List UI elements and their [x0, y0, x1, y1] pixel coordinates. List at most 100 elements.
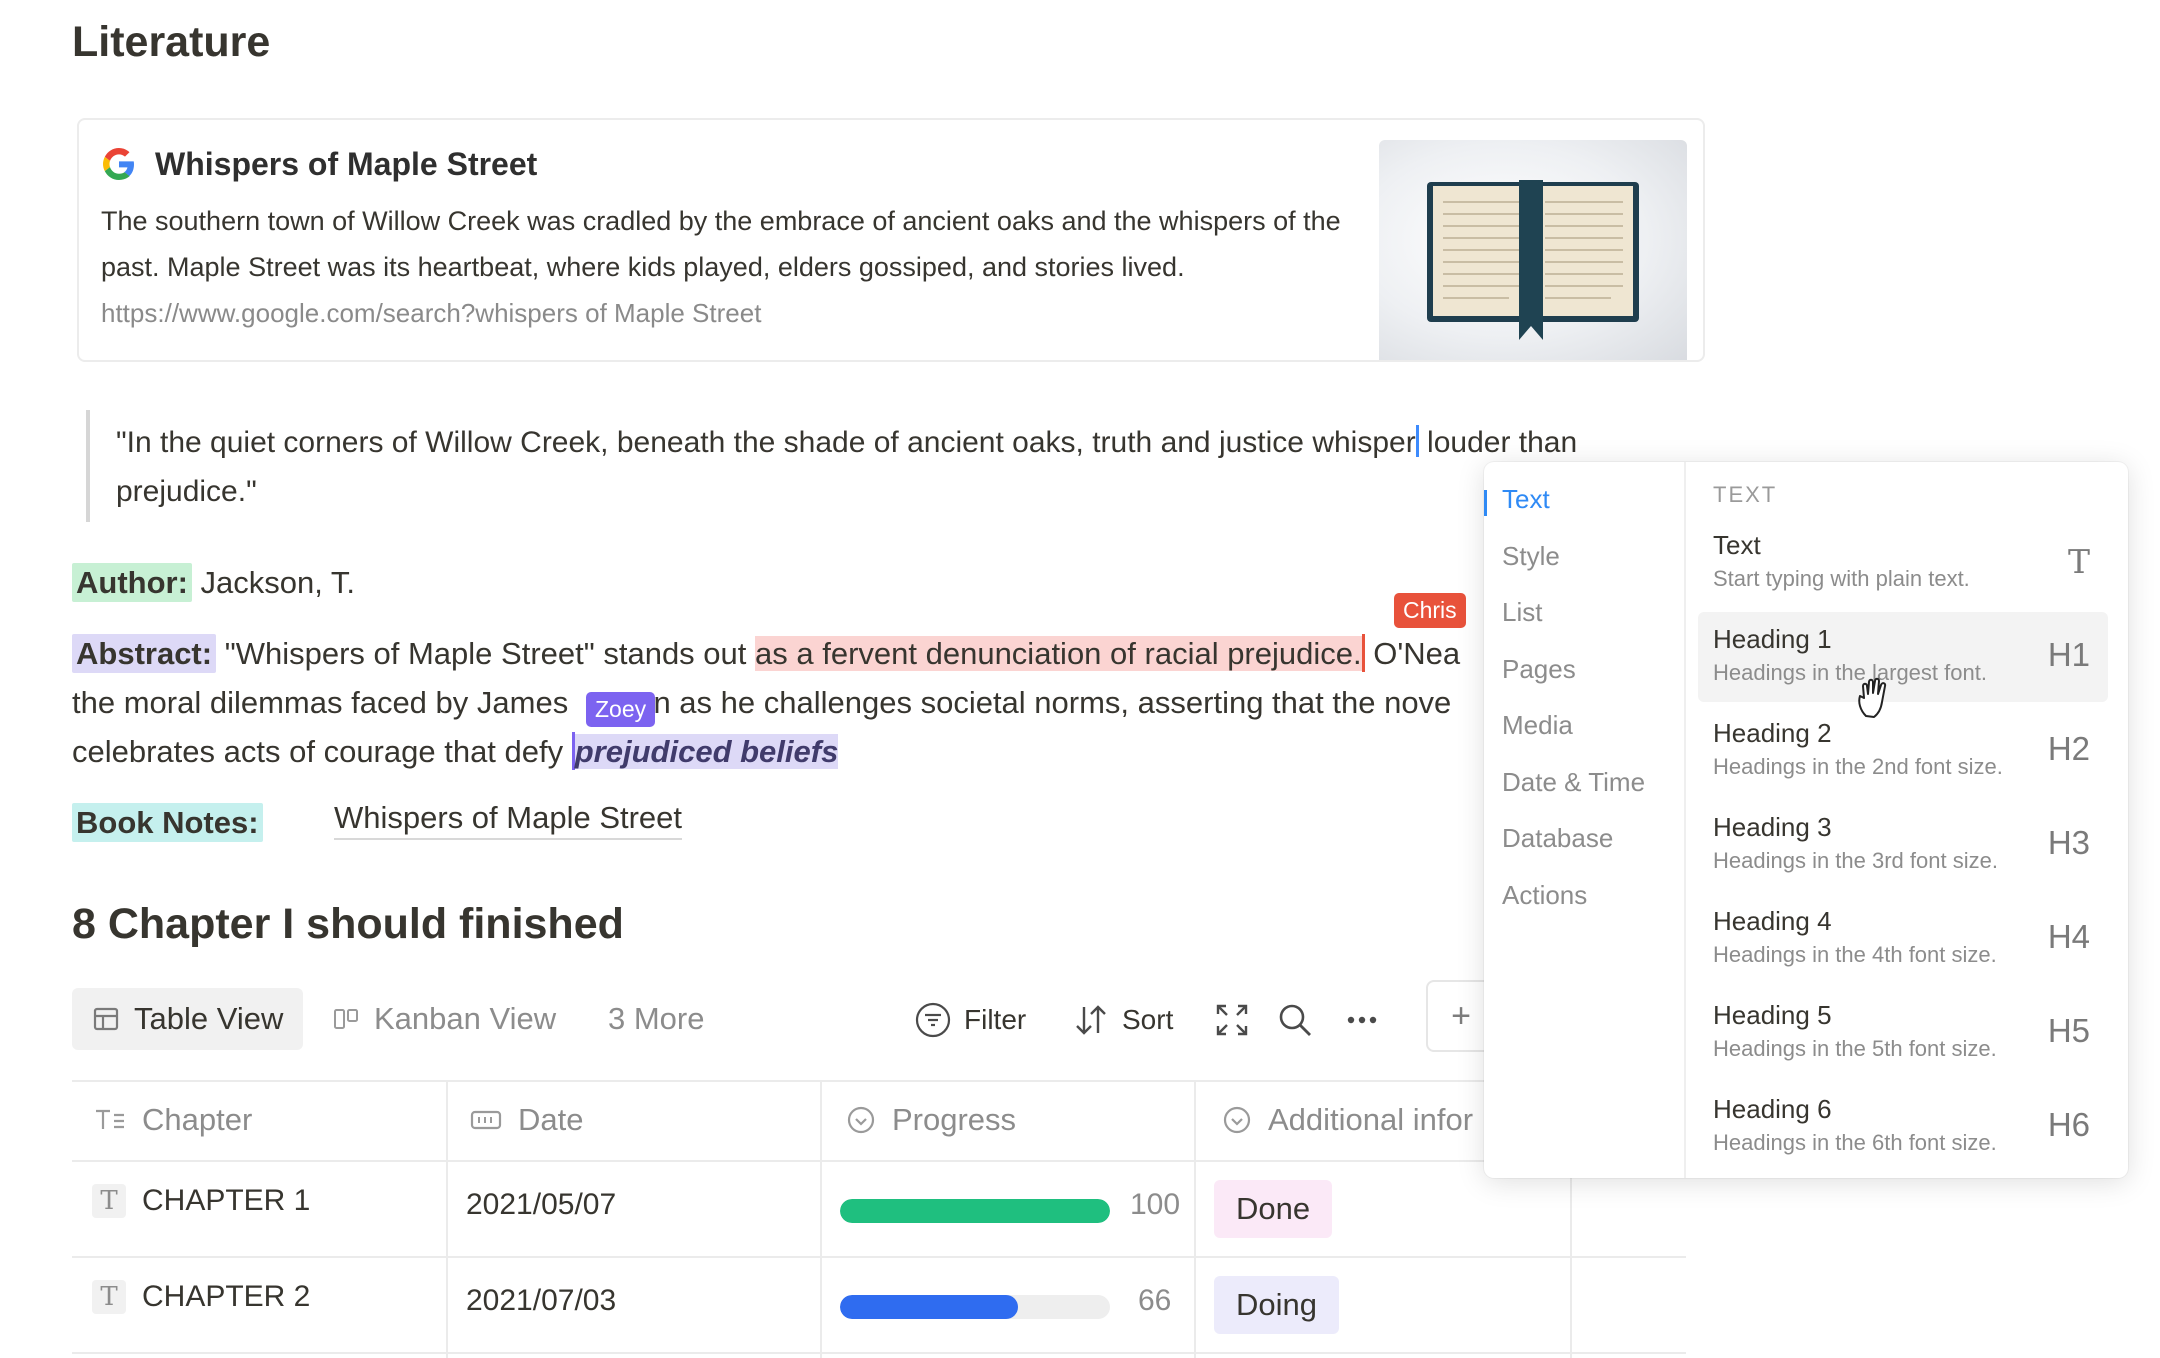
menu-item-desc: Headings in the 5th font size.: [1713, 1036, 1997, 1061]
tab-table-view-label: Table View: [134, 1001, 284, 1036]
menu-item-heading-6[interactable]: Heading 6 Headings in the 6th font size.…: [1698, 1082, 2108, 1172]
progress-value: 66: [1138, 1284, 1172, 1317]
menu-item-title: Heading 6: [1713, 1094, 1832, 1124]
menu-item-heading-3[interactable]: Heading 3 Headings in the 3rd font size.…: [1698, 800, 2108, 890]
progress-value: 100: [1130, 1188, 1181, 1221]
quote-block[interactable]: "In the quiet corners of Willow Creek, b…: [116, 418, 1696, 516]
abstract-label: Abstract:: [72, 634, 217, 673]
menu-item-shortcut: H3: [2047, 824, 2090, 861]
column-header-progress-label: Progress: [892, 1102, 1017, 1137]
author-value: Jackson, T.: [191, 565, 356, 600]
expand-icon: [1216, 1004, 1248, 1036]
column-header-chapter-label: Chapter: [142, 1102, 253, 1137]
menu-item-heading-4[interactable]: Heading 4 Headings in the 4th font size.…: [1698, 894, 2108, 984]
abstract-line-1[interactable]: Abstract: "Whispers of Maple Street" sta…: [72, 629, 1492, 678]
menu-item-shortcut: H2: [2047, 730, 2090, 767]
menu-item-text[interactable]: Text Start typing with plain text. T: [1698, 518, 2108, 608]
progress-bar: [840, 1199, 1110, 1223]
abstract-line-2[interactable]: the moral dilemmas faced by James on as h…: [72, 678, 1492, 727]
search-button[interactable]: [1276, 995, 1314, 1045]
menu-item-heading-1[interactable]: Heading 1 Headings in the largest font. …: [1698, 612, 2108, 702]
menu-item-title: Heading 5: [1713, 1000, 1832, 1030]
bookmark-description: The southern town of Willow Creek was cr…: [101, 206, 1341, 282]
menu-item-heading-5[interactable]: Heading 5 Headings in the 5th font size.…: [1698, 988, 2108, 1078]
table-row-chapter-cell[interactable]: T CHAPTER 1: [92, 1184, 310, 1218]
text-type-icon: [96, 1109, 124, 1129]
menu-item-title: Heading 3: [1713, 812, 1832, 842]
fullscreen-button[interactable]: [1214, 995, 1250, 1045]
table-col-border: [1570, 1160, 1572, 1358]
menu-item-shortcut: H6: [2047, 1106, 2090, 1143]
category-style[interactable]: Style: [1502, 541, 1560, 572]
tab-kanban-view-label: Kanban View: [374, 1001, 557, 1036]
menu-item-desc: Headings in the 3rd font size.: [1713, 848, 1998, 873]
author-line[interactable]: Author: Jackson, T.: [72, 558, 355, 607]
chapter-name: CHAPTER 2: [142, 1280, 311, 1313]
chapter-name: CHAPTER 1: [142, 1184, 311, 1217]
section-title: 8 Chapter I should finished: [72, 900, 624, 948]
filter-button[interactable]: Filter: [914, 995, 1026, 1045]
page-title: Literature: [72, 18, 271, 66]
abstract-line-3[interactable]: celebrates acts of courage that defy pre…: [72, 727, 839, 776]
column-header-date[interactable]: Date: [470, 1080, 583, 1160]
table-col-border: [446, 1080, 448, 1358]
menu-item-desc: Headings in the 4th font size.: [1713, 942, 1997, 967]
sort-button[interactable]: Sort: [1072, 995, 1173, 1045]
category-text[interactable]: Text: [1502, 484, 1550, 515]
abstract-text-3: the moral dilemmas faced by James: [72, 685, 569, 720]
google-logo-icon: [103, 148, 134, 180]
ellipsis-icon: [1347, 1016, 1377, 1024]
block-type-menu: Text Style List Pages Media Date & Time …: [1484, 462, 2128, 1178]
quote-text-start: "In the quiet corners of Willow Creek, b…: [116, 426, 1416, 459]
bookmark-url[interactable]: https://www.google.com/search?whispers o…: [101, 298, 761, 329]
menu-item-heading-2[interactable]: Heading 2 Headings in the 2nd font size.…: [1698, 706, 2108, 796]
table-row-border: [72, 1352, 1686, 1354]
more-options-button[interactable]: [1344, 995, 1380, 1045]
table-col-border: [1194, 1080, 1196, 1358]
tab-table-view[interactable]: Table View: [72, 988, 304, 1050]
menu-item-shortcut: H4: [2047, 918, 2090, 955]
bookmark-thumbnail: [1379, 140, 1687, 360]
table-row-date-cell[interactable]: 2021/05/07: [466, 1188, 616, 1222]
menu-item-desc: Start typing with plain text.: [1713, 566, 1970, 591]
bookmark-card[interactable]: Whispers of Maple Street The southern to…: [77, 118, 1705, 362]
table-row-date-cell[interactable]: 2021/07/03: [466, 1284, 616, 1318]
category-media[interactable]: Media: [1502, 710, 1573, 741]
filter-label: Filter: [964, 1004, 1027, 1035]
column-header-additional[interactable]: Additional infor: [1222, 1080, 1473, 1160]
tab-kanban-view[interactable]: Kanban View: [332, 988, 556, 1050]
book-notes-link[interactable]: Whispers of Maple Street: [334, 800, 683, 840]
search-icon: [1279, 1004, 1311, 1036]
bookmark-title[interactable]: Whispers of Maple Street: [155, 146, 537, 183]
date-type-icon: [470, 1110, 502, 1130]
category-date-time[interactable]: Date & Time: [1502, 767, 1645, 798]
column-header-progress[interactable]: Progress: [846, 1080, 1016, 1160]
column-header-date-label: Date: [518, 1102, 584, 1137]
menu-item-shortcut: H5: [2047, 1012, 2090, 1049]
hand-cursor-icon: [1858, 677, 1887, 718]
category-pages[interactable]: Pages: [1502, 654, 1576, 685]
column-header-chapter[interactable]: Chapter: [94, 1080, 252, 1160]
abstract-text-1: "Whispers of Maple Street" stands out: [216, 636, 756, 671]
chris-collaborator-tag: Chris: [1394, 593, 1466, 628]
abstract-text-4: on as he challenges societal norms, asse…: [636, 685, 1452, 720]
table-row-chapter-cell[interactable]: T CHAPTER 2: [92, 1280, 310, 1314]
status-pill[interactable]: Doing: [1214, 1276, 1339, 1334]
status-pill[interactable]: Done: [1214, 1180, 1333, 1238]
abstract-text-5: celebrates acts of courage that defy: [72, 734, 572, 769]
menu-item-desc: Headings in the 2nd font size.: [1713, 754, 2003, 779]
status-type-icon: [847, 1106, 875, 1134]
category-list[interactable]: List: [1502, 597, 1542, 628]
menu-section-header: TEXT: [1713, 482, 1778, 507]
progress-bar-fill: [840, 1199, 1110, 1223]
tab-more-views[interactable]: 3 More: [608, 988, 704, 1050]
category-database[interactable]: Database: [1502, 823, 1613, 854]
book-notes-label: Book Notes:: [72, 803, 263, 842]
menu-item-title: Heading 4: [1713, 906, 1832, 936]
category-actions[interactable]: Actions: [1502, 880, 1587, 911]
quote-bar: [86, 410, 90, 522]
table-header-border: [72, 1160, 1686, 1162]
progress-bar: [840, 1295, 1110, 1319]
sort-icon: [1076, 1005, 1106, 1035]
author-label: Author:: [72, 563, 192, 602]
